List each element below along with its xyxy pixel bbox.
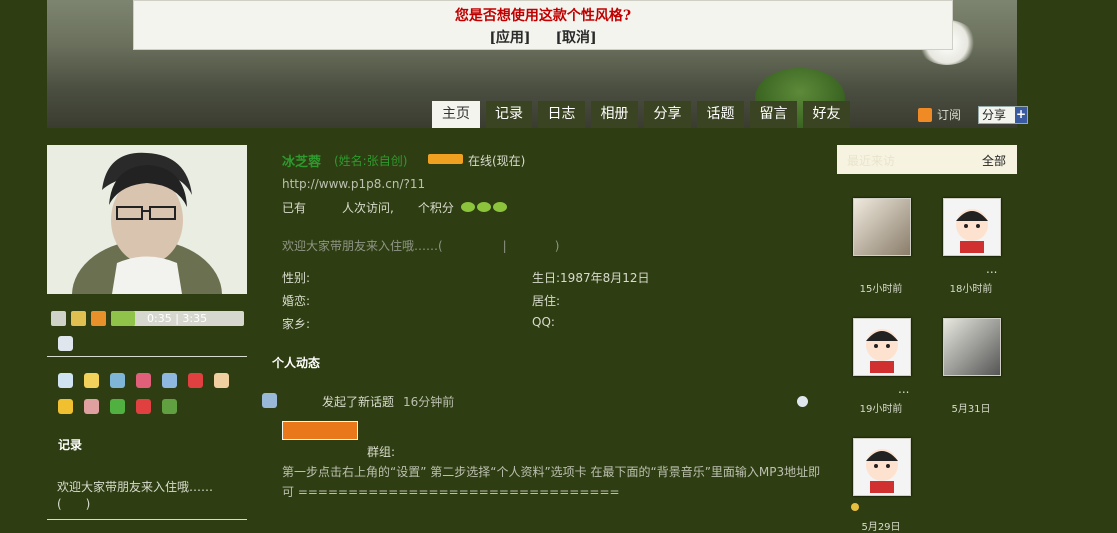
gift-icon[interactable] xyxy=(84,399,99,414)
progress-track[interactable]: 0:35 | 3:35 xyxy=(111,311,244,326)
plus-icon: + xyxy=(1015,107,1027,123)
coins-icon[interactable] xyxy=(58,399,73,414)
marital-label: 婚恋: xyxy=(282,294,311,308)
visitor-avatar[interactable] xyxy=(943,198,1001,256)
subscribe-link[interactable]: 订阅 xyxy=(937,106,961,123)
notice-title: 您是否想使用这款个性风格? xyxy=(454,8,632,24)
divider xyxy=(47,519,247,520)
recent-visitors-header: 最近来访 全部 xyxy=(837,145,1017,174)
qq-label: QQ: xyxy=(532,315,555,329)
tab-blog[interactable]: 日志 xyxy=(538,101,585,128)
stop-icon[interactable] xyxy=(91,311,106,326)
style-notice: 您是否想使用这款个性风格? [应用] [取消] xyxy=(133,0,953,50)
visit-time: 5月31日 xyxy=(951,404,991,415)
music-player: 0:35 | 3:35 xyxy=(51,311,244,327)
vip-badge xyxy=(428,154,463,164)
feed-title: 个人动态 xyxy=(272,356,321,370)
birthday: 生日:1987年8月12日 xyxy=(532,271,650,285)
tab-album[interactable]: 相册 xyxy=(591,101,638,128)
profile-name[interactable]: 冰芝蓉 xyxy=(282,151,321,170)
cancel-button[interactable]: [取消] xyxy=(555,30,596,46)
headphones-icon[interactable] xyxy=(188,373,203,388)
visitor-avatar[interactable] xyxy=(853,198,911,256)
feed-action[interactable]: 发起了新话题 xyxy=(322,393,394,410)
visit-stats: 已有 人次访问, 个积分 xyxy=(282,201,454,215)
tab-home[interactable]: 主页 xyxy=(432,101,480,128)
feed-time: 16分钟前 xyxy=(403,395,455,409)
group-label: 群组: xyxy=(367,445,396,459)
gender-label: 性别: xyxy=(282,271,311,285)
points-leaf-icon xyxy=(460,199,512,215)
recent-title: 最近来访 xyxy=(847,154,896,168)
visit-time: 15小时前 xyxy=(859,284,903,295)
heart-icon[interactable] xyxy=(136,373,151,388)
close-icon[interactable] xyxy=(797,396,808,407)
face-icon[interactable] xyxy=(214,373,229,388)
share-label: 分享 xyxy=(982,108,1007,122)
visit-time: 19小时前 xyxy=(859,404,903,415)
visitor-name: ... xyxy=(986,262,998,276)
rss-icon[interactable] xyxy=(918,108,932,122)
visitor-name: ... xyxy=(898,382,910,396)
divider xyxy=(47,356,247,357)
real-name: (姓名:张自创) xyxy=(334,154,408,168)
photo-icon[interactable] xyxy=(110,373,125,388)
greeting: 欢迎大家带朋友来入住哦……( | ) xyxy=(282,239,560,253)
visitor-avatar[interactable] xyxy=(853,438,911,496)
bulb-icon xyxy=(851,503,859,511)
records-title: 记录 xyxy=(58,438,83,452)
topic-icon xyxy=(262,393,277,408)
avatar-photo xyxy=(47,145,247,294)
feed-body: 第一步点击右上角的“设置” 第二步选择“个人资料”选项卡 在最下面的“背景音乐”… xyxy=(282,465,821,499)
chat-icon[interactable] xyxy=(58,373,73,388)
play-icon[interactable] xyxy=(51,311,66,326)
view-all-link[interactable]: 全部 xyxy=(982,152,1006,169)
tab-records[interactable]: 记录 xyxy=(486,101,532,128)
tab-share[interactable]: 分享 xyxy=(644,101,691,128)
records-text: 欢迎大家带朋友来入住哦……( ) xyxy=(57,480,214,511)
tab-friends[interactable]: 好友 xyxy=(803,101,850,128)
group-badge[interactable] xyxy=(282,421,358,440)
progress-fill xyxy=(111,311,135,326)
wand-icon[interactable] xyxy=(162,373,177,388)
hometown-label: 家乡: xyxy=(282,317,311,331)
residence-label: 居住: xyxy=(532,294,561,308)
visitor-avatar[interactable] xyxy=(943,318,1001,376)
play-time: 0:35 | 3:35 xyxy=(147,312,208,325)
calendar-icon[interactable] xyxy=(84,373,99,388)
visit-time: 18小时前 xyxy=(949,284,993,295)
share-button[interactable]: 分享 + xyxy=(978,106,1028,124)
apply-button[interactable]: [应用] xyxy=(489,30,530,46)
money-icon[interactable] xyxy=(110,399,125,414)
online-status: 在线(现在) xyxy=(468,154,526,168)
tab-topic[interactable]: 话题 xyxy=(697,101,744,128)
avatar xyxy=(47,145,247,294)
pause-icon[interactable] xyxy=(71,311,86,326)
visitor-avatar[interactable] xyxy=(853,318,911,376)
card-icon[interactable] xyxy=(58,336,73,351)
tree-icon[interactable] xyxy=(162,399,177,414)
tab-messages[interactable]: 留言 xyxy=(750,101,797,128)
profile-url[interactable]: http://www.p1p8.cn/?11 xyxy=(282,177,425,191)
card-game-icon[interactable] xyxy=(136,399,151,414)
